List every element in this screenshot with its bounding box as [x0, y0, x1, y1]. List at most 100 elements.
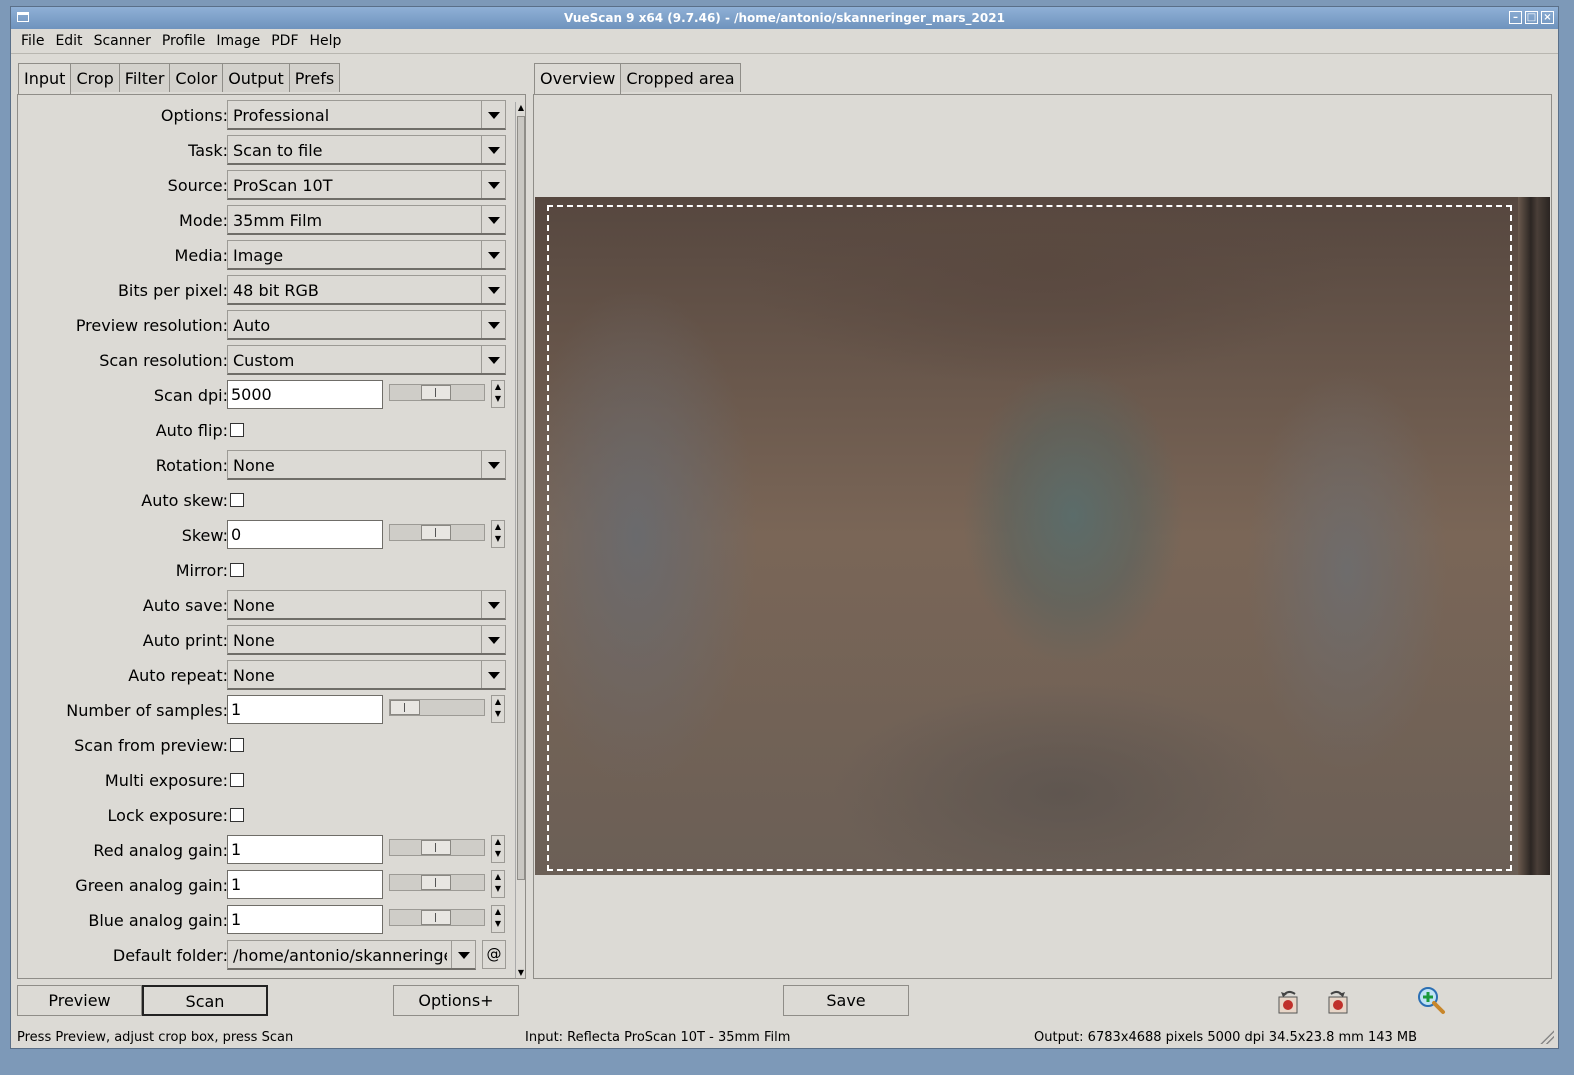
save-button[interactable]: Save: [783, 985, 909, 1016]
auto-repeat-label: Auto repeat:: [128, 666, 228, 685]
zoom-in-icon[interactable]: [1416, 985, 1446, 1015]
auto-flip-checkbox[interactable]: [230, 423, 244, 437]
menu-pdf[interactable]: PDF: [271, 33, 298, 49]
scroll-down-icon[interactable]: ▼: [516, 967, 525, 978]
slider-thumb[interactable]: [421, 910, 451, 925]
scan-dpi-slider[interactable]: [389, 384, 485, 401]
scan-resolution-select[interactable]: Custom: [227, 345, 506, 375]
scan-from-preview-label: Scan from preview:: [74, 736, 228, 755]
minimize-icon[interactable]: –: [1509, 11, 1522, 24]
lock-exposure-checkbox[interactable]: [230, 808, 244, 822]
tab-color[interactable]: Color: [169, 63, 224, 92]
rotate-left-icon[interactable]: [1273, 987, 1303, 1017]
scrollbar-thumb[interactable]: [517, 116, 525, 880]
chevron-down-icon[interactable]: [481, 171, 505, 198]
tab-overview[interactable]: Overview: [534, 63, 622, 94]
samples-spinner[interactable]: ▲ ▼: [491, 695, 505, 723]
chevron-down-icon[interactable]: [481, 311, 505, 338]
menu-file[interactable]: File: [21, 33, 44, 49]
chevron-down-icon[interactable]: [481, 661, 505, 688]
row-auto-print: Auto print: None: [18, 624, 514, 656]
red-gain-slider[interactable]: [389, 839, 485, 856]
options-plus-button[interactable]: Options+: [393, 985, 519, 1016]
crop-box[interactable]: [547, 205, 1512, 871]
menu-help[interactable]: Help: [310, 33, 342, 49]
mirror-checkbox[interactable]: [230, 563, 244, 577]
multi-exposure-checkbox[interactable]: [230, 773, 244, 787]
slider-thumb[interactable]: [390, 700, 420, 715]
chevron-down-icon[interactable]: [481, 101, 505, 128]
settings-scrollbar[interactable]: ▲ ▼: [515, 102, 525, 978]
tab-input[interactable]: Input: [18, 63, 72, 94]
chevron-down-icon[interactable]: [481, 206, 505, 233]
red-gain-input[interactable]: 1: [227, 835, 383, 864]
skew-input[interactable]: 0: [227, 520, 383, 549]
row-blue-gain: Blue analog gain: 1 ▲ ▼: [18, 904, 514, 936]
green-gain-spinner[interactable]: ▲ ▼: [491, 870, 505, 898]
tab-filter[interactable]: Filter: [118, 63, 171, 92]
menu-edit[interactable]: Edit: [55, 33, 82, 49]
maximize-icon[interactable]: □: [1525, 11, 1538, 24]
menu-scanner[interactable]: Scanner: [94, 33, 151, 49]
tab-cropped-area[interactable]: Cropped area: [620, 63, 741, 92]
window-title: VueScan 9 x64 (9.7.46) - /home/antonio/s…: [564, 11, 1005, 25]
auto-save-select[interactable]: None: [227, 590, 506, 620]
samples-slider[interactable]: [389, 699, 485, 716]
preview-resolution-select[interactable]: Auto: [227, 310, 506, 340]
chevron-down-icon[interactable]: [481, 276, 505, 303]
auto-repeat-select[interactable]: None: [227, 660, 506, 690]
bits-select[interactable]: 48 bit RGB: [227, 275, 506, 305]
preview-image[interactable]: [535, 197, 1550, 875]
preview-button[interactable]: Preview: [17, 985, 142, 1016]
menu-image[interactable]: Image: [216, 33, 260, 49]
mode-select[interactable]: 35mm Film: [227, 205, 506, 235]
blue-gain-spinner[interactable]: ▲ ▼: [491, 905, 505, 933]
media-select[interactable]: Image: [227, 240, 506, 270]
scan-resolution-value: Custom: [233, 351, 295, 370]
slider-thumb[interactable]: [421, 525, 451, 540]
slider-thumb[interactable]: [421, 875, 451, 890]
default-folder-select[interactable]: /home/antonio/skanneringer_mars_2021: [227, 940, 476, 970]
green-gain-slider[interactable]: [389, 874, 485, 891]
green-gain-input[interactable]: 1: [227, 870, 383, 899]
skew-slider[interactable]: [389, 524, 485, 541]
samples-label: Number of samples:: [66, 701, 228, 720]
tab-crop[interactable]: Crop: [70, 63, 120, 92]
red-gain-spinner[interactable]: ▲ ▼: [491, 835, 505, 863]
chevron-down-icon[interactable]: [481, 626, 505, 653]
window-menu-icon[interactable]: [17, 12, 29, 22]
task-value: Scan to file: [233, 141, 323, 160]
scan-dpi-input[interactable]: 5000: [227, 380, 383, 409]
source-select[interactable]: ProScan 10T: [227, 170, 506, 200]
blue-gain-input[interactable]: 1: [227, 905, 383, 934]
chevron-down-icon[interactable]: [481, 241, 505, 268]
chevron-down-icon[interactable]: [481, 136, 505, 163]
chevron-down-icon[interactable]: [481, 591, 505, 618]
rotation-select[interactable]: None: [227, 450, 506, 480]
skew-spinner[interactable]: ▲ ▼: [491, 520, 505, 548]
auto-print-select[interactable]: None: [227, 625, 506, 655]
scan-dpi-spinner[interactable]: ▲ ▼: [491, 380, 505, 408]
tab-prefs[interactable]: Prefs: [288, 63, 341, 92]
options-select[interactable]: Professional: [227, 100, 506, 130]
task-select[interactable]: Scan to file: [227, 135, 506, 165]
menu-profile[interactable]: Profile: [162, 33, 206, 49]
resize-grip[interactable]: [1540, 1030, 1554, 1044]
scroll-up-icon[interactable]: ▲: [516, 102, 525, 114]
samples-input[interactable]: 1: [227, 695, 383, 724]
browse-folder-button[interactable]: @: [482, 940, 506, 969]
slider-thumb[interactable]: [421, 385, 451, 400]
row-bits: Bits per pixel: 48 bit RGB: [18, 274, 514, 306]
chevron-down-icon[interactable]: [451, 941, 475, 968]
source-label: Source:: [167, 176, 228, 195]
scan-from-preview-checkbox[interactable]: [230, 738, 244, 752]
chevron-down-icon[interactable]: [481, 346, 505, 373]
rotate-right-icon[interactable]: [1323, 987, 1353, 1017]
slider-thumb[interactable]: [421, 840, 451, 855]
scan-button[interactable]: Scan: [142, 985, 268, 1016]
blue-gain-slider[interactable]: [389, 909, 485, 926]
auto-skew-checkbox[interactable]: [230, 493, 244, 507]
chevron-down-icon[interactable]: [481, 451, 505, 478]
tab-output[interactable]: Output: [222, 63, 290, 92]
close-icon[interactable]: ×: [1541, 11, 1554, 24]
